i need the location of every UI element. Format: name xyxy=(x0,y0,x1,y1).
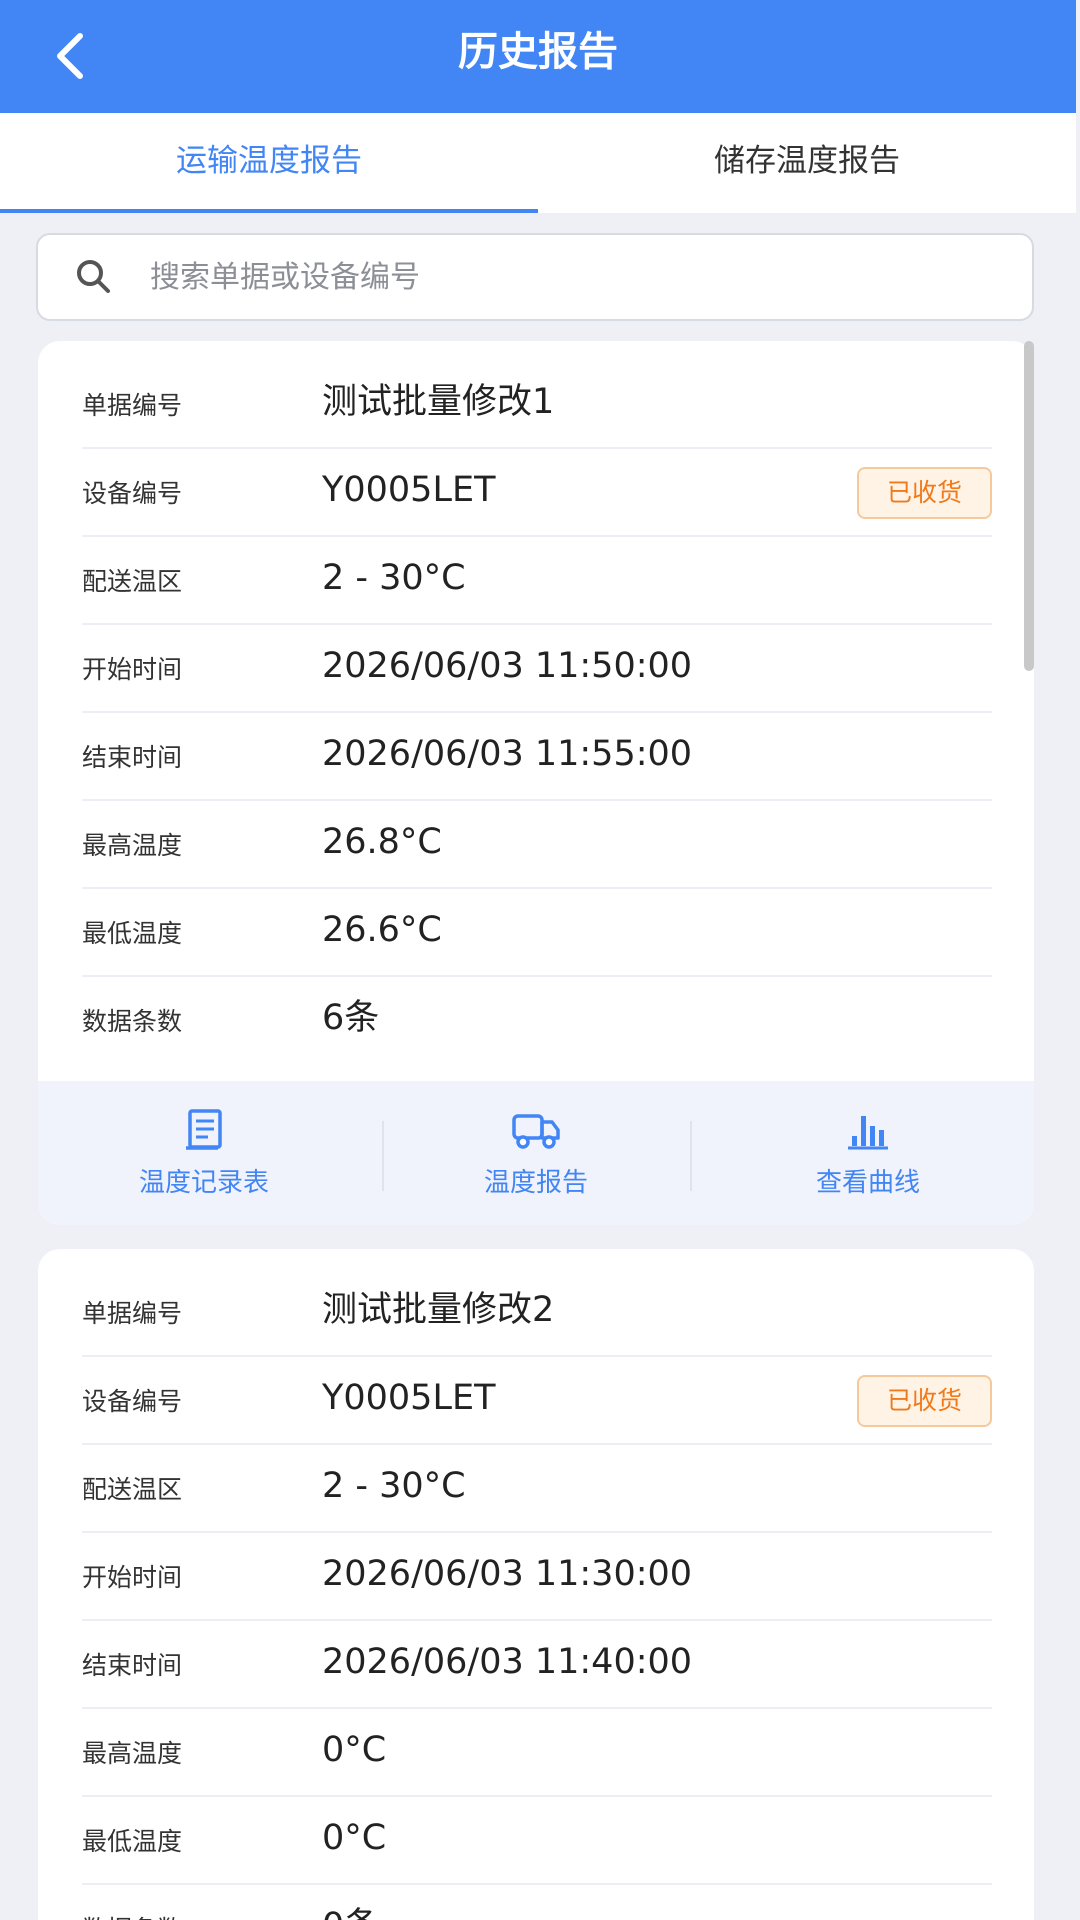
row-temp-zone: 配送温区 2 - 30°C xyxy=(82,1445,992,1533)
row-min-temp: 最低温度 0°C xyxy=(82,1797,992,1885)
temp-report-label: 温度报告 xyxy=(483,1167,588,1198)
value-end-time: 2026/06/03 11:55:00 xyxy=(322,734,693,774)
value-order-no: 测试批量修改2 xyxy=(322,1290,555,1330)
row-end-time: 结束时间 2026/06/03 11:55:00 xyxy=(82,713,992,801)
row-start-time: 开始时间 2026/06/03 11:50:00 xyxy=(82,625,992,713)
value-order-no: 测试批量修改1 xyxy=(322,382,555,422)
label-max-temp: 最高温度 xyxy=(82,831,183,860)
value-device-no: Y0005LET xyxy=(322,1378,496,1418)
card-actions: 温度记录表 温度报告 查看曲线 xyxy=(38,1081,1034,1225)
view-curve-label: 查看曲线 xyxy=(815,1167,920,1198)
search-area xyxy=(0,213,1076,341)
report-list[interactable]: 单据编号 测试批量修改1 设备编号 Y0005LET 已收货 配送温区 2 - … xyxy=(0,341,1080,1920)
tab-storage-report[interactable]: 储存温度报告 xyxy=(538,113,1076,213)
tab-transport-report[interactable]: 运输温度报告 xyxy=(0,113,538,213)
view-curve-button[interactable]: 查看曲线 xyxy=(702,1081,1034,1225)
value-min-temp: 0°C xyxy=(322,1818,387,1858)
label-data-count: 数据条数 xyxy=(82,1007,183,1036)
action-divider xyxy=(382,1121,384,1191)
value-min-temp: 26.6°C xyxy=(322,910,442,950)
search-box xyxy=(36,233,1034,321)
label-device-no: 设备编号 xyxy=(82,1387,183,1416)
label-max-temp: 最高温度 xyxy=(82,1739,183,1768)
search-input[interactable] xyxy=(150,259,1032,295)
app-header: 历史报告 xyxy=(0,0,1076,113)
status-badge: 已收货 xyxy=(856,467,992,519)
value-device-no: Y0005LET xyxy=(322,470,496,510)
tab-bar: 运输温度报告 储存温度报告 xyxy=(0,113,1076,213)
value-end-time: 2026/06/03 11:40:00 xyxy=(322,1642,693,1682)
label-end-time: 结束时间 xyxy=(82,1651,183,1680)
value-max-temp: 0°C xyxy=(322,1730,387,1770)
value-max-temp: 26.8°C xyxy=(322,822,442,862)
report-card: 单据编号 测试批量修改1 设备编号 Y0005LET 已收货 配送温区 2 - … xyxy=(38,341,1034,1225)
document-list-icon xyxy=(186,1108,222,1150)
label-end-time: 结束时间 xyxy=(82,743,183,772)
label-start-time: 开始时间 xyxy=(82,655,183,684)
row-device-no: 设备编号 Y0005LET 已收货 xyxy=(82,1357,992,1445)
row-start-time: 开始时间 2026/06/03 11:30:00 xyxy=(82,1533,992,1621)
label-data-count: 数据条数 xyxy=(82,1885,182,1920)
row-end-time: 结束时间 2026/06/03 11:40:00 xyxy=(82,1621,992,1709)
value-data-count: 6条 xyxy=(322,998,380,1038)
label-start-time: 开始时间 xyxy=(82,1563,183,1592)
scrollbar[interactable] xyxy=(1024,341,1034,671)
label-order-no: 单据编号 xyxy=(82,391,183,420)
label-device-no: 设备编号 xyxy=(82,479,183,508)
row-device-no: 设备编号 Y0005LET 已收货 xyxy=(82,449,992,537)
value-start-time: 2026/06/03 11:50:00 xyxy=(322,646,693,686)
temp-record-table-button[interactable]: 温度记录表 xyxy=(38,1081,370,1225)
temp-report-button[interactable]: 温度报告 xyxy=(370,1081,702,1225)
row-order-no: 单据编号 测试批量修改2 xyxy=(82,1269,992,1357)
row-temp-zone: 配送温区 2 - 30°C xyxy=(82,537,992,625)
truck-icon xyxy=(512,1113,560,1149)
row-min-temp: 最低温度 26.6°C xyxy=(82,889,992,977)
temp-record-table-label: 温度记录表 xyxy=(138,1167,269,1198)
row-max-temp: 最高温度 26.8°C xyxy=(82,801,992,889)
value-temp-zone: 2 - 30°C xyxy=(322,558,466,598)
value-data-count: 0条 xyxy=(322,1885,379,1920)
row-max-temp: 最高温度 0°C xyxy=(82,1709,992,1797)
bar-chart-icon xyxy=(848,1115,888,1149)
value-temp-zone: 2 - 30°C xyxy=(322,1466,466,1506)
row-order-no: 单据编号 测试批量修改1 xyxy=(82,361,992,449)
label-order-no: 单据编号 xyxy=(82,1299,183,1328)
label-temp-zone: 配送温区 xyxy=(82,567,183,596)
search-icon xyxy=(77,260,110,293)
action-divider xyxy=(690,1121,692,1191)
status-badge: 已收货 xyxy=(856,1375,992,1427)
report-card: 单据编号 测试批量修改2 设备编号 Y0005LET 已收货 配送温区 2 - … xyxy=(38,1249,1034,1920)
label-min-temp: 最低温度 xyxy=(82,919,183,948)
row-data-count: 数据条数 0条 xyxy=(82,1885,992,1920)
page-title: 历史报告 xyxy=(458,29,618,75)
label-min-temp: 最低温度 xyxy=(82,1827,183,1856)
value-start-time: 2026/06/03 11:30:00 xyxy=(322,1554,693,1594)
row-data-count: 数据条数 6条 xyxy=(82,977,992,1065)
label-temp-zone: 配送温区 xyxy=(82,1475,183,1504)
